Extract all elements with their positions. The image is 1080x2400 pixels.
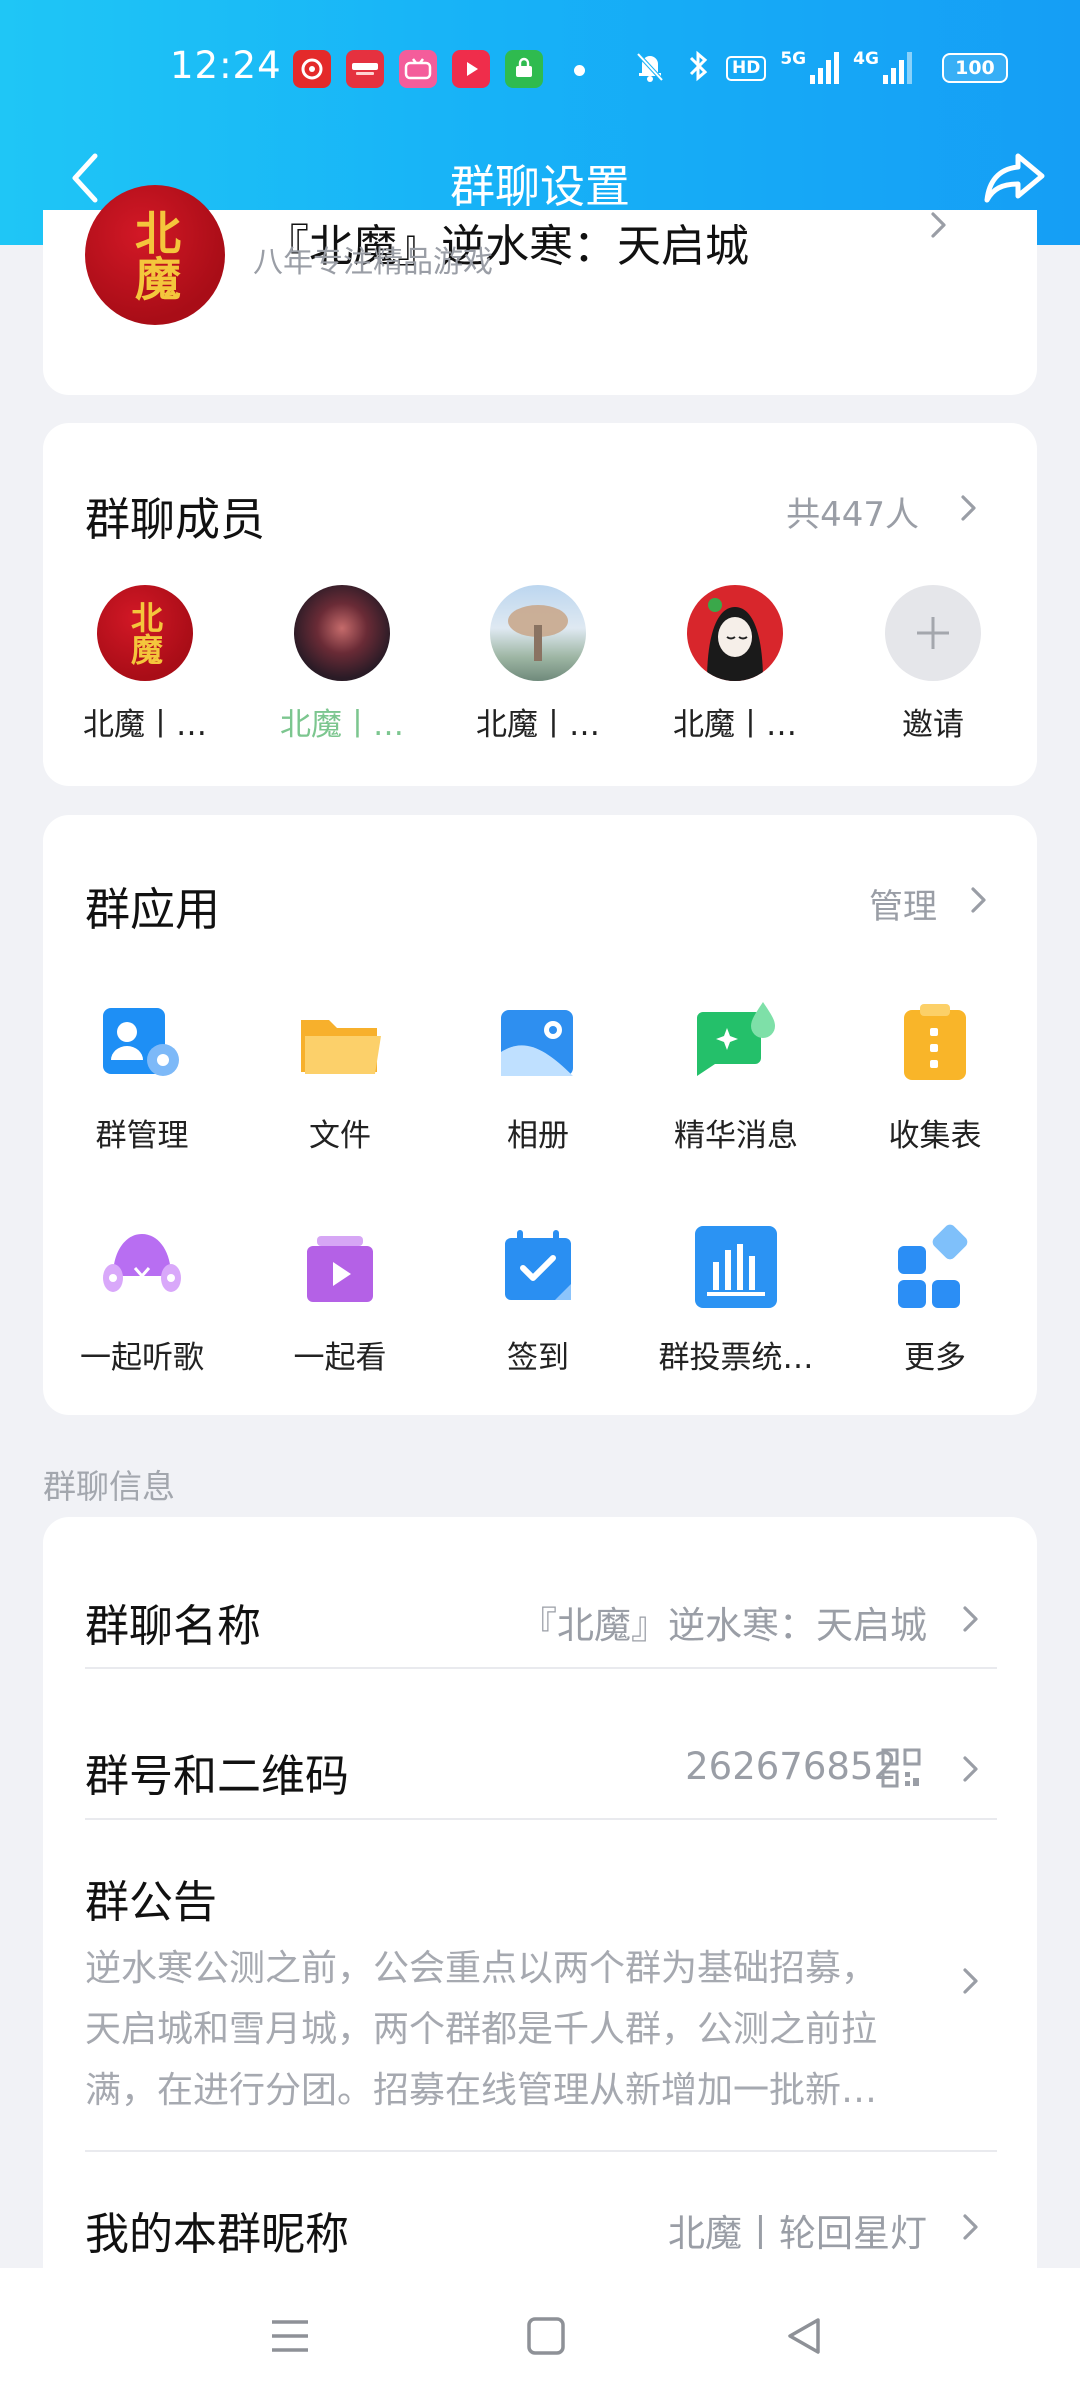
vote-chart-icon [691,1222,781,1312]
row-group-number[interactable]: 群号和二维码 262676852 [85,1740,997,1804]
store-app-icon [505,50,543,88]
plus-icon [885,585,981,681]
home-button[interactable] [522,2312,570,2360]
row-group-name[interactable]: 群聊名称 『北魔』逆水寒：天启城 [85,1590,997,1654]
video-app-icon [452,50,490,88]
mute-bell-icon [630,46,670,90]
watch-together-icon [295,1222,385,1312]
group-number-value: 262676852 [685,1745,897,1788]
more-apps-icon [890,1222,980,1312]
status-time: 12:24 [170,44,282,87]
member-count[interactable]: 共447人 [786,487,919,536]
group-subtitle: 八年专注精品游戏 [253,245,493,280]
bluetooth-icon [684,46,712,90]
member-item[interactable]: 北魔丨… [660,585,810,744]
app-highlight-messages[interactable]: 精华消息 [646,1000,826,1155]
group-profile-card[interactable]: 北魔 『北魔』逆水寒：天启城 八年专注精品游戏 [43,185,1037,395]
chevron-right-icon [931,212,946,238]
section-label-info: 群聊信息 [43,1467,175,1506]
folder-icon [295,1000,385,1090]
member-name: 北魔丨… [280,707,404,743]
system-back-button[interactable] [780,2312,828,2360]
battery-indicator: 100 [941,53,1008,83]
chevron-right-icon [963,1756,978,1782]
member-item[interactable]: 北魔丨… [267,585,417,744]
highlight-message-icon [691,1000,781,1090]
home-square-icon [527,2317,565,2355]
share-arrow-icon [984,153,1045,203]
app-more[interactable]: 更多 [845,1222,1025,1377]
status-bar: 12:24 HD 5G 4G 100 [0,38,1080,98]
member-item[interactable]: 北魔 北魔丨… [70,585,220,744]
app-check-in[interactable]: 签到 [448,1222,628,1377]
member-avatar [294,585,390,681]
app-album[interactable]: 相册 [448,1000,628,1155]
hd-voice-icon: HD [726,55,767,81]
album-icon [493,1000,583,1090]
status-indicators: HD 5G 4G 100 [630,46,1008,90]
row-group-notice[interactable]: 群公告 逆水寒公测之前，公会重点以两个群为基础招募， 天启城和雪月城，两个群都是… [85,1866,997,2121]
qr-code-icon [881,1748,921,1788]
invite-label: 邀请 [902,707,964,743]
member-avatar: 北魔 [97,585,193,681]
member-name: 北魔丨… [83,707,207,743]
member-avatar [687,585,783,681]
invite-button[interactable]: 邀请 [858,585,1008,744]
menu-button[interactable] [266,2312,314,2360]
member-name: 北魔丨… [476,707,600,743]
app-files[interactable]: 文件 [250,1000,430,1155]
apps-title: 群应用 [85,883,221,936]
status-app-icons [293,50,543,88]
group-admin-icon [97,1000,187,1090]
row-my-nickname[interactable]: 我的本群昵称 北魔丨轮回星灯 [85,2198,997,2262]
app-collection-form[interactable]: 收集表 [845,1000,1025,1155]
app-group-vote[interactable]: 群投票统… [646,1222,826,1377]
signal-4g-icon: 4G [853,51,912,85]
bilibili-icon [399,50,437,88]
check-in-icon [493,1222,583,1312]
chevron-right-icon[interactable] [963,885,993,915]
member-item[interactable]: 北魔丨… [463,585,613,744]
divider [85,1818,997,1820]
member-name: 北魔丨… [673,707,797,743]
chevron-right-icon [963,1606,978,1632]
notice-text: 逆水寒公测之前，公会重点以两个群为基础招募， 天启城和雪月城，两个群都是千人群，… [85,1948,878,2111]
app-watch-together[interactable]: 一起看 [250,1222,430,1377]
system-navigation-bar [0,2268,1080,2400]
chevron-right-icon [963,2214,978,2240]
xiaohongshu-icon [346,50,384,88]
divider [85,2150,997,2152]
netease-music-icon [293,50,331,88]
notification-dot [574,65,585,76]
signal-5g-icon: 5G [780,51,840,85]
member-avatar [490,585,586,681]
chevron-right-icon[interactable] [953,493,983,523]
app-group-admin[interactable]: 群管理 [52,1000,232,1155]
group-name-value: 『北魔』逆水寒：天启城 [520,1604,927,1647]
menu-icon [272,2320,308,2352]
clipboard-icon [890,1000,980,1090]
app-listen-together[interactable]: 一起听歌 [52,1222,232,1377]
members-title: 群聊成员 [85,493,266,546]
chevron-right-icon [963,1968,978,1994]
manage-link[interactable]: 管理 [869,879,937,928]
divider [85,1667,997,1669]
back-triangle-icon [788,2318,820,2354]
nickname-value: 北魔丨轮回星灯 [668,2212,927,2255]
listen-together-icon [97,1222,187,1312]
group-avatar: 北魔 [85,185,225,325]
share-button[interactable] [980,146,1050,210]
